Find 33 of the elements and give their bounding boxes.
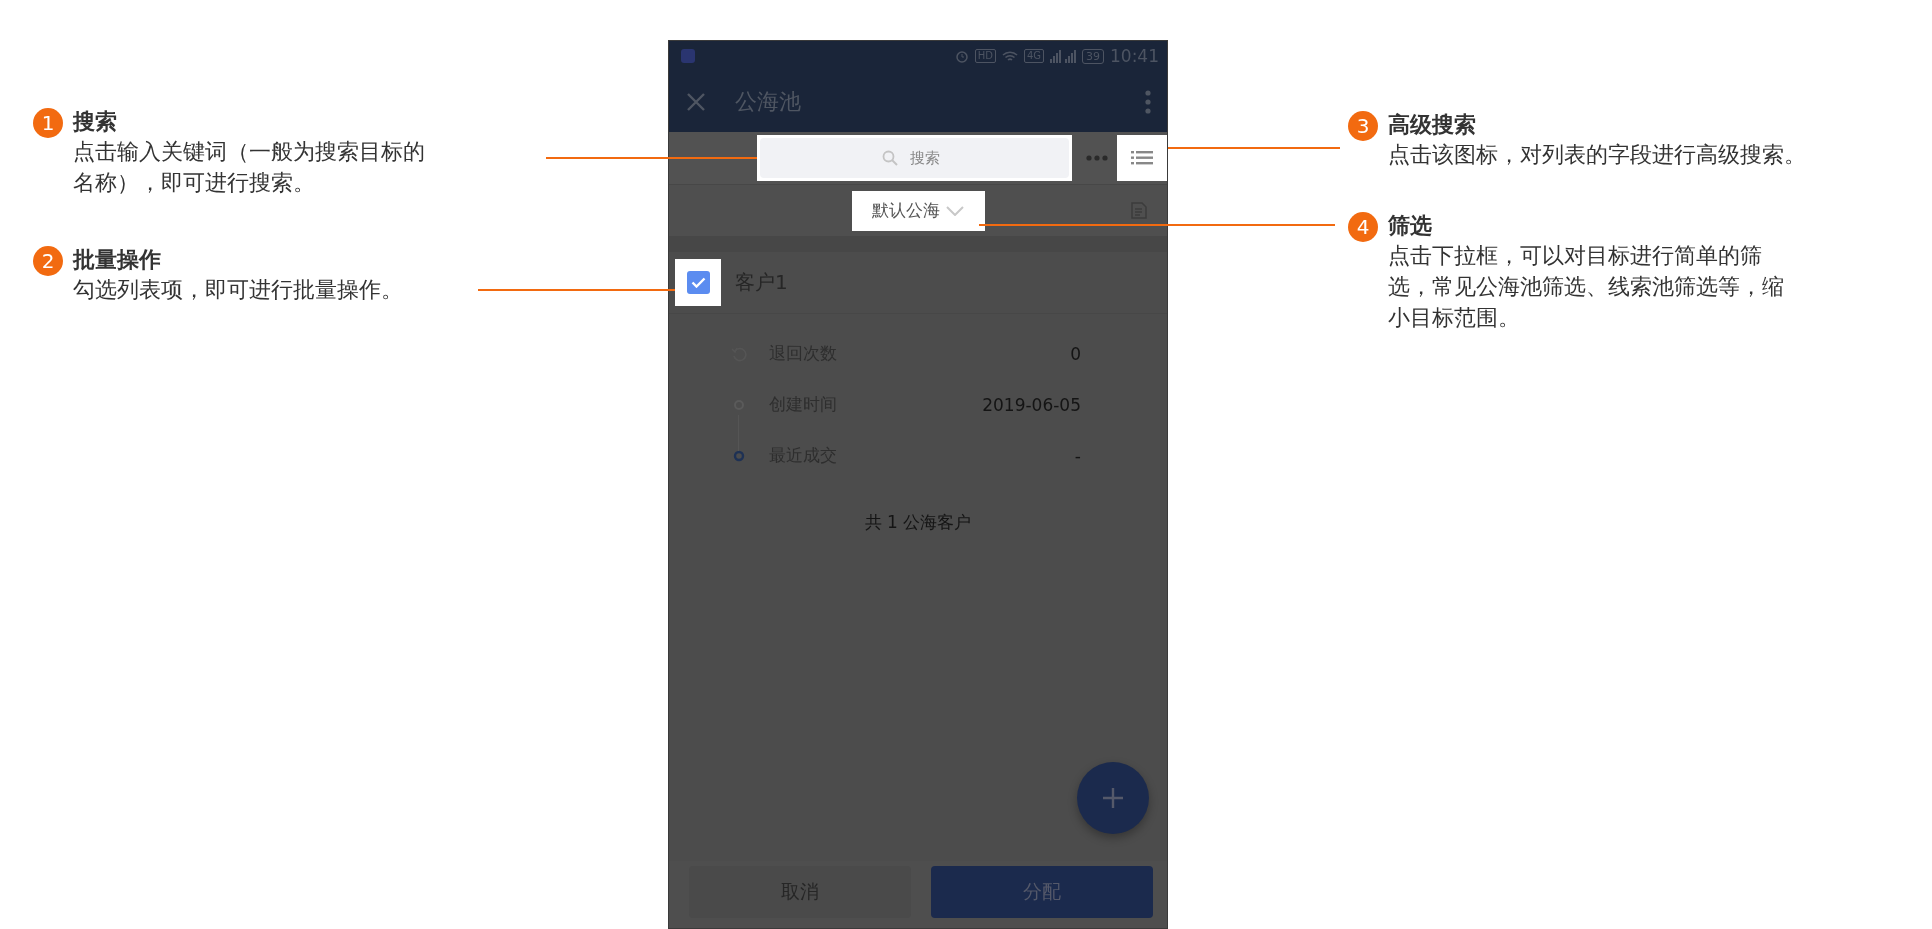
more-icon[interactable] [1086,155,1108,161]
close-icon[interactable] [687,92,705,111]
alarm-icon [954,49,969,63]
signal-icon [1050,49,1076,63]
wifi-icon [1001,49,1018,63]
search-icon [882,150,898,166]
advanced-search-button[interactable] [1117,135,1167,181]
step-number: 2 [33,246,63,276]
callout-title: 高级搜索 [1388,111,1477,139]
field-value: 2019-06-05 [982,394,1081,415]
callout-text: 点击下拉框，可以对目标进行简单的筛选，常见公海池筛选、线索池筛选等，缩小目标范围。 [1388,242,1785,332]
field-value: 0 [1070,343,1081,364]
chevron-down-icon [946,205,964,216]
step-number: 3 [1348,111,1378,141]
callout-title: 搜索 [73,108,118,136]
app-icon [681,49,695,63]
search-field[interactable]: 搜索 [760,138,1069,178]
filter-dropdown[interactable]: 默认公海 [851,190,985,231]
list-icon [1131,150,1153,166]
total-count: 共 1 公海客户 [864,511,972,534]
callout-title: 筛选 [1388,212,1433,240]
more-menu-icon[interactable] [1145,89,1151,114]
assign-button[interactable]: 分配 [931,866,1153,918]
callout-text: 点击输入关键词（一般为搜索目标的名称），即可进行搜索。 [73,138,426,197]
step-number: 4 [1348,212,1378,242]
checkbox[interactable] [686,271,710,294]
field-value: - [1074,445,1081,466]
step-number: 1 [33,108,63,138]
callout-text: 勾选列表项，即可进行批量操作。 [73,276,404,304]
plus-icon [1102,787,1124,809]
callout-title: 批量操作 [73,246,162,274]
callout-text: 点击该图标，对列表的字段进行高级搜索。 [1388,141,1807,169]
check-icon [690,277,706,288]
